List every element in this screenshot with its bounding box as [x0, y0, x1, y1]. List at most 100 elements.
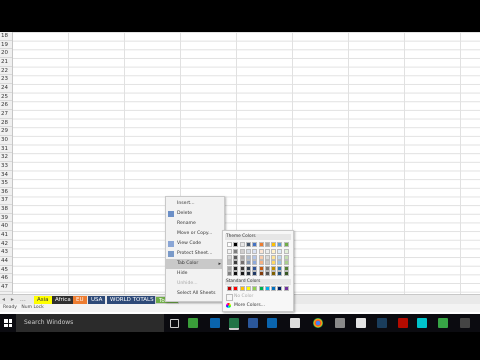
sheet-tab[interactable]: Africa — [52, 296, 74, 304]
theme-color-shade-swatch[interactable] — [277, 249, 283, 254]
theme-color-swatch[interactable] — [258, 242, 264, 247]
standard-color-swatch[interactable] — [252, 286, 258, 291]
row-header[interactable]: 26 — [0, 101, 12, 110]
row-header[interactable]: 41 — [0, 231, 12, 240]
context-menu-item[interactable]: Tab Color ▸ — [166, 259, 224, 269]
theme-color-shade-swatch[interactable] — [245, 260, 251, 266]
no-color-option[interactable]: No Color — [225, 292, 291, 301]
theme-color-shade-swatch[interactable] — [233, 260, 239, 266]
taskbar-search-box[interactable]: Search Windows — [16, 314, 164, 332]
row-header[interactable]: 42 — [0, 240, 12, 249]
theme-color-shade-swatch[interactable] — [252, 254, 258, 260]
theme-color-shade-swatch[interactable] — [271, 254, 277, 260]
standard-color-swatch[interactable] — [283, 286, 289, 291]
theme-color-shade-swatch[interactable] — [239, 265, 245, 271]
app-icon[interactable] — [356, 318, 366, 328]
row-header[interactable]: 25 — [0, 93, 12, 102]
context-menu-item[interactable]: Delete — [166, 209, 224, 219]
theme-color-shade-swatch[interactable] — [245, 249, 251, 254]
theme-color-shade-swatch[interactable] — [277, 254, 283, 260]
sheet-tab[interactable]: USA — [88, 296, 106, 304]
theme-color-shade-swatch[interactable] — [271, 249, 277, 254]
theme-color-shade-swatch[interactable] — [233, 265, 239, 271]
standard-color-swatch[interactable] — [264, 286, 270, 291]
app-green-icon[interactable] — [438, 318, 448, 328]
theme-color-shade-swatch[interactable] — [252, 260, 258, 266]
app-dark-icon[interactable] — [460, 318, 470, 328]
context-menu-item[interactable]: Hide — [166, 269, 224, 279]
row-header[interactable]: 18 — [0, 32, 12, 41]
theme-color-swatch[interactable] — [277, 242, 283, 247]
theme-color-shade-swatch[interactable] — [245, 265, 251, 271]
theme-color-shade-swatch[interactable] — [239, 254, 245, 260]
row-header[interactable]: 22 — [0, 67, 12, 76]
theme-color-shade-swatch[interactable] — [245, 254, 251, 260]
row-header[interactable]: 36 — [0, 188, 12, 197]
row-header[interactable]: 27 — [0, 110, 12, 119]
task-view-icon[interactable] — [170, 319, 179, 328]
theme-color-shade-swatch[interactable] — [252, 249, 258, 254]
theme-color-swatch[interactable] — [252, 242, 258, 247]
start-button[interactable] — [0, 314, 16, 332]
sheet-tab[interactable]: Asia — [34, 296, 52, 304]
theme-color-shade-swatch[interactable] — [283, 271, 289, 277]
theme-color-shade-swatch[interactable] — [264, 265, 270, 271]
theme-color-swatch[interactable] — [227, 242, 232, 247]
row-header[interactable]: 47 — [0, 283, 12, 292]
chrome-icon[interactable] — [313, 318, 323, 328]
standard-color-swatch[interactable] — [227, 286, 232, 291]
theme-color-shade-swatch[interactable] — [264, 254, 270, 260]
theme-color-shade-swatch[interactable] — [233, 254, 239, 260]
context-menu-item[interactable]: Rename — [166, 219, 224, 229]
context-menu-item[interactable]: Select All Sheets — [166, 289, 224, 299]
standard-color-swatch[interactable] — [277, 286, 283, 291]
theme-color-swatch[interactable] — [283, 242, 289, 247]
row-header[interactable]: 37 — [0, 196, 12, 206]
context-menu-item[interactable]: Protect Sheet... — [166, 249, 224, 259]
row-header[interactable]: 31 — [0, 145, 12, 154]
calculator-icon[interactable] — [335, 318, 345, 328]
row-header[interactable]: 38 — [0, 205, 12, 214]
theme-color-shade-swatch[interactable] — [264, 260, 270, 266]
theme-color-shade-swatch[interactable] — [239, 260, 245, 266]
theme-color-shade-swatch[interactable] — [227, 249, 232, 254]
row-header[interactable]: 19 — [0, 41, 12, 50]
theme-color-shade-swatch[interactable] — [271, 260, 277, 266]
theme-color-shade-swatch[interactable] — [258, 271, 264, 277]
tab-scroll-arrows[interactable]: ◂ ▸ … — [2, 296, 28, 303]
more-colors-option[interactable]: More Colors... — [225, 301, 291, 310]
theme-color-swatch[interactable] — [264, 242, 270, 247]
context-menu-item[interactable]: Unhide... — [166, 279, 224, 289]
row-header[interactable]: 29 — [0, 127, 12, 136]
theme-color-shade-swatch[interactable] — [245, 271, 251, 277]
theme-color-shade-swatch[interactable] — [271, 271, 277, 277]
acrobat-icon[interactable] — [398, 318, 408, 328]
theme-color-shade-swatch[interactable] — [277, 265, 283, 271]
theme-color-shade-swatch[interactable] — [227, 271, 232, 277]
theme-color-shade-swatch[interactable] — [258, 265, 264, 271]
row-header[interactable]: 39 — [0, 214, 12, 223]
row-header[interactable]: 43 — [0, 248, 12, 258]
theme-color-swatch[interactable] — [271, 242, 277, 247]
row-header[interactable]: 33 — [0, 162, 12, 171]
theme-color-shade-swatch[interactable] — [233, 271, 239, 277]
outlook-icon[interactable] — [210, 318, 220, 328]
context-menu-item[interactable]: View Code — [166, 239, 224, 249]
mail-icon[interactable] — [267, 318, 277, 328]
theme-color-shade-swatch[interactable] — [227, 254, 232, 260]
theme-color-shade-swatch[interactable] — [283, 254, 289, 260]
row-header[interactable]: 20 — [0, 49, 12, 58]
row-header[interactable]: 35 — [0, 179, 12, 188]
context-menu-item[interactable]: Move or Copy... — [166, 229, 224, 239]
standard-color-swatch[interactable] — [258, 286, 264, 291]
context-menu-item[interactable]: Insert... — [166, 199, 224, 209]
row-header[interactable]: 21 — [0, 58, 12, 67]
standard-color-swatch[interactable] — [271, 286, 277, 291]
theme-color-shade-swatch[interactable] — [227, 260, 232, 266]
excel-icon[interactable] — [229, 318, 239, 330]
theme-color-shade-swatch[interactable] — [277, 271, 283, 277]
theme-color-shade-swatch[interactable] — [277, 260, 283, 266]
word-icon[interactable] — [248, 318, 258, 328]
row-header[interactable]: 24 — [0, 84, 12, 93]
row-header[interactable]: 45 — [0, 266, 12, 275]
